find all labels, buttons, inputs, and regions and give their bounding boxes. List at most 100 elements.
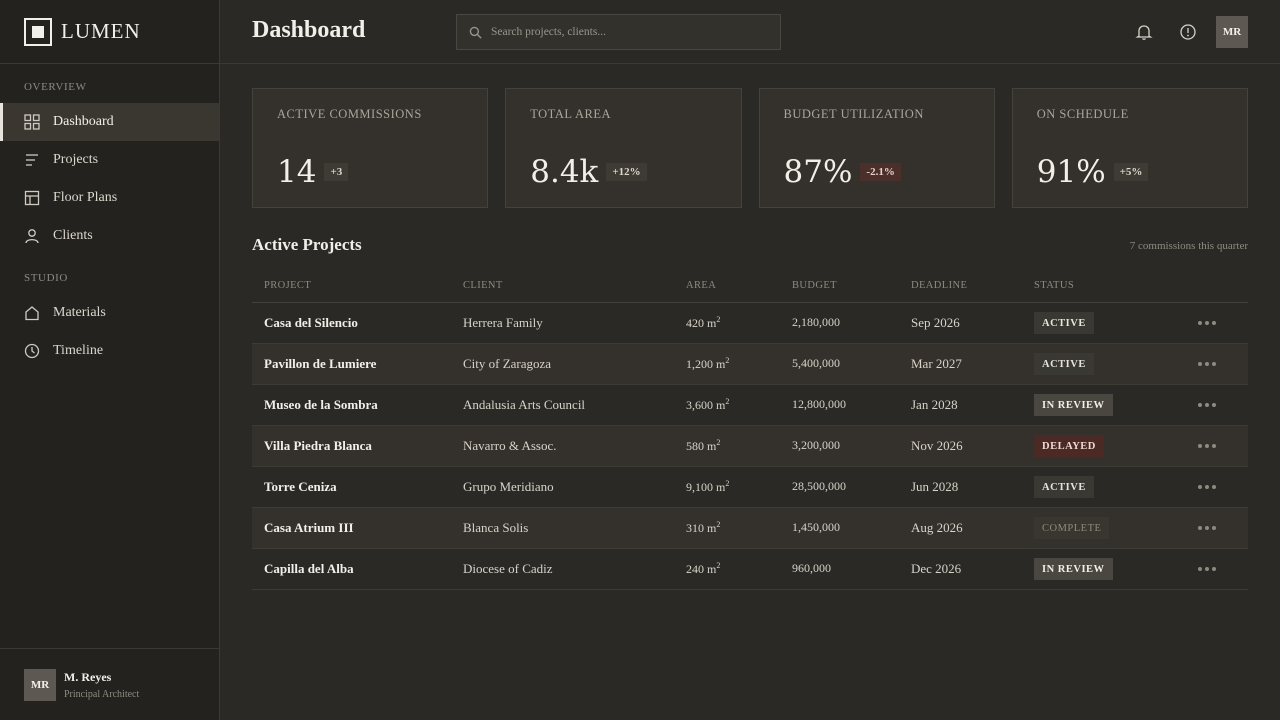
area-value: 1,200 m2: [686, 356, 729, 372]
table-row[interactable]: Casa Atrium III Blanca Solis 310 m2 1,450,0…: [252, 508, 1248, 549]
stat-number: 14: [277, 154, 317, 190]
nav-studio: Materials Timeline: [0, 294, 219, 370]
area-number: 310 m: [686, 521, 717, 535]
area-value: 580 m2: [686, 438, 720, 454]
stat-number: 8.4k: [530, 154, 599, 190]
project-name[interactable]: Pavillon de Lumiere: [264, 356, 376, 372]
table-row[interactable]: Torre Ceniza Grupo Meridiano 9,100 m2 28,50…: [252, 467, 1248, 508]
project-name[interactable]: Villa Piedra Blanca: [264, 438, 372, 454]
sidebar-item-floor-plans[interactable]: Floor Plans: [0, 179, 219, 217]
column-header-deadline[interactable]: DEADLINE: [911, 280, 967, 291]
area-unit-sup: 2: [725, 397, 730, 406]
search-input[interactable]: [491, 26, 771, 38]
table-header: PROJECT CLIENT AREA BUDGET DEADLINE STAT…: [252, 272, 1248, 303]
client-name: Blanca Solis: [463, 520, 529, 535]
client-name: Andalusia Arts Council: [463, 397, 586, 412]
user-profile[interactable]: MR M. Reyes Principal Architect: [0, 648, 219, 720]
stat-card-total-area: TOTAL AREA 8.4k +12%: [505, 88, 742, 208]
area-unit-sup: 2: [725, 356, 730, 365]
stat-card-active-commissions: ACTIVE COMMISSIONS 14 +3: [252, 88, 489, 208]
area-value: 240 m2: [686, 561, 720, 577]
project-name[interactable]: Casa del Silencio: [264, 315, 358, 331]
budget-value: 2,180,000: [792, 315, 840, 329]
stat-number: 87%: [783, 154, 853, 190]
sidebar-item-timeline[interactable]: Timeline: [0, 332, 219, 370]
column-header-project[interactable]: PROJECT: [264, 280, 311, 291]
more-options-icon[interactable]: [1198, 567, 1216, 571]
column-header-status[interactable]: STATUS: [1034, 280, 1074, 291]
user-icon: [24, 228, 40, 244]
clock-icon: [24, 343, 40, 359]
status-badge: DELAYED: [1034, 435, 1104, 457]
projects-table: PROJECT CLIENT AREA BUDGET DEADLINE STAT…: [252, 272, 1248, 590]
deadline-value: Jan 2028: [911, 397, 958, 412]
table-row[interactable]: Capilla del Alba Diocese of Cadiz 240 m2 96…: [252, 549, 1248, 590]
client-name: Navarro & Assoc.: [463, 438, 557, 453]
sidebar-item-dashboard[interactable]: Dashboard: [0, 103, 219, 141]
section-meta: 7 commissions this quarter: [1129, 240, 1248, 252]
stat-delta: +5%: [1113, 163, 1149, 181]
sidebar-item-label: Floor Plans: [53, 190, 118, 205]
more-options-icon[interactable]: [1198, 485, 1216, 489]
avatar[interactable]: MR: [1216, 16, 1248, 48]
sidebar-item-projects[interactable]: Projects: [0, 141, 219, 179]
area-value: 420 m2: [686, 315, 720, 331]
status-badge: COMPLETE: [1034, 517, 1110, 539]
more-options-icon[interactable]: [1198, 526, 1216, 530]
table-row[interactable]: Casa del Silencio Herrera Family 420 m2 2,1…: [252, 303, 1248, 344]
deadline-value: Nov 2026: [911, 438, 963, 453]
status-badge: ACTIVE: [1034, 476, 1094, 498]
table-row[interactable]: Museo de la Sombra Andalusia Arts Council…: [252, 385, 1248, 426]
deadline-value: Jun 2028: [911, 479, 959, 494]
budget-value: 5,400,000: [792, 356, 840, 370]
more-options-icon[interactable]: [1198, 444, 1216, 448]
sidebar-item-label: Clients: [53, 228, 93, 243]
section-label-overview: OVERVIEW: [24, 81, 87, 93]
stat-card-on-schedule: ON SCHEDULE 91% +5%: [1011, 88, 1248, 208]
column-header-client[interactable]: CLIENT: [463, 280, 503, 291]
project-name[interactable]: Museo de la Sombra: [264, 397, 378, 413]
status-badge: IN REVIEW: [1034, 394, 1113, 416]
area-value: 3,600 m2: [686, 397, 729, 413]
budget-value: 1,450,000: [792, 520, 840, 534]
more-options-icon[interactable]: [1198, 403, 1216, 407]
page-title: Dashboard: [252, 17, 366, 43]
deadline-value: Dec 2026: [911, 561, 962, 576]
table-row[interactable]: Villa Piedra Blanca Navarro & Assoc. 580 m…: [252, 426, 1248, 467]
table-body: Casa del Silencio Herrera Family 420 m2 2,1…: [252, 303, 1248, 590]
stat-value: 87% -2.1%: [784, 154, 901, 190]
column-header-budget[interactable]: BUDGET: [792, 280, 837, 291]
stat-value: 91% +5%: [1037, 154, 1149, 190]
column-header-area[interactable]: AREA: [686, 280, 716, 291]
stat-label: BUDGET UTILIZATION: [783, 107, 924, 121]
deadline-value: Sep 2026: [911, 315, 960, 330]
sidebar-item-clients[interactable]: Clients: [0, 217, 219, 255]
search-icon: [469, 26, 482, 39]
section-label-studio: STUDIO: [24, 272, 68, 284]
user-info: M. Reyes Principal Architect: [64, 670, 139, 700]
deadline-value: Mar 2027: [911, 356, 962, 371]
more-options-icon[interactable]: [1198, 321, 1216, 325]
sidebar-item-materials[interactable]: Materials: [0, 294, 219, 332]
user-name: M. Reyes: [64, 669, 112, 684]
sidebar-item-label: Materials: [53, 305, 106, 320]
deadline-value: Aug 2026: [911, 520, 963, 535]
more-options-icon[interactable]: [1198, 362, 1216, 366]
logo-icon: [24, 17, 52, 46]
search-bar[interactable]: [456, 14, 781, 50]
stat-delta: +3: [324, 163, 349, 181]
bell-icon[interactable]: [1134, 22, 1154, 42]
project-name[interactable]: Torre Ceniza: [264, 479, 337, 495]
stat-value: 8.4k +12%: [530, 154, 647, 190]
table-row[interactable]: Pavillon de Lumiere City of Zaragoza 1,200…: [252, 344, 1248, 385]
list-icon: [24, 152, 40, 168]
alert-icon[interactable]: [1178, 22, 1198, 42]
area-value: 310 m2: [686, 520, 720, 536]
project-name[interactable]: Capilla del Alba: [264, 561, 354, 577]
area-unit-sup: 2: [716, 561, 721, 570]
avatar: MR: [24, 668, 56, 701]
stat-card-budget-utilization: BUDGET UTILIZATION 87% -2.1%: [758, 88, 995, 208]
project-name[interactable]: Casa Atrium III: [264, 520, 354, 536]
brand[interactable]: LUMEN: [0, 0, 219, 64]
client-name: City of Zaragoza: [463, 356, 552, 371]
